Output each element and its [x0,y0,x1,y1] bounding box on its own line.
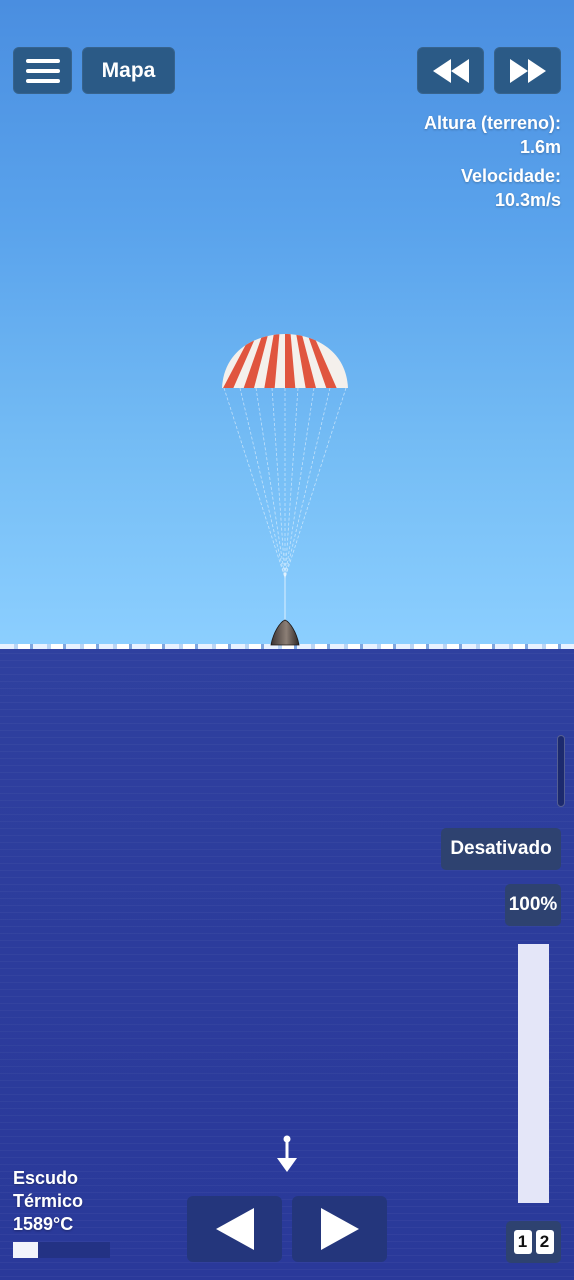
stage-digit-2: 2 [535,1230,554,1254]
heat-shield-fill [13,1242,39,1258]
ocean-surface [0,646,574,1280]
heat-shield-temp: 1589°C [13,1214,74,1234]
heat-shield-bar [13,1242,110,1258]
fast-forward-button[interactable] [494,47,561,94]
altitude-readout: Altura (terreno): 1.6m [424,111,561,159]
triangle-left-icon [215,1208,254,1250]
altitude-label: Altura (terreno): [423,113,561,133]
stage-digit-1: 1 [513,1230,532,1254]
capsule-icon [270,619,300,646]
altitude-value: 1.6m [519,137,561,157]
arrow-down-icon [277,1135,297,1172]
parachute-canopy [222,334,348,388]
throttle-percent: 100% [505,884,561,926]
rewind-icon [432,58,469,83]
fast-forward-icon [509,58,546,83]
scroll-handle[interactable] [557,735,565,807]
parachute-and-capsule [222,334,348,646]
velocity-label: Velocidade: [460,166,561,186]
heat-shield-line2: Térmico [13,1191,84,1211]
stage-selector[interactable]: 1 2 [506,1221,561,1263]
hamburger-icon [25,58,60,83]
parachute-lines [223,387,347,579]
map-button[interactable]: Mapa [82,47,175,94]
heat-shield-label: Escudo Térmico 1589°C [13,1167,83,1236]
mode-toggle-button[interactable]: Desativado [441,828,561,870]
previous-button[interactable] [187,1196,282,1262]
throttle-slider[interactable] [518,944,549,1203]
next-button[interactable] [292,1196,387,1262]
velocity-value: 10.3m/s [494,190,561,210]
menu-button[interactable] [13,47,72,94]
velocity-readout: Velocidade: 10.3m/s [461,164,561,212]
rewind-button[interactable] [417,47,484,94]
throttle-fill [518,944,549,1203]
triangle-right-icon [320,1208,359,1250]
heat-shield-line1: Escudo [13,1168,79,1188]
